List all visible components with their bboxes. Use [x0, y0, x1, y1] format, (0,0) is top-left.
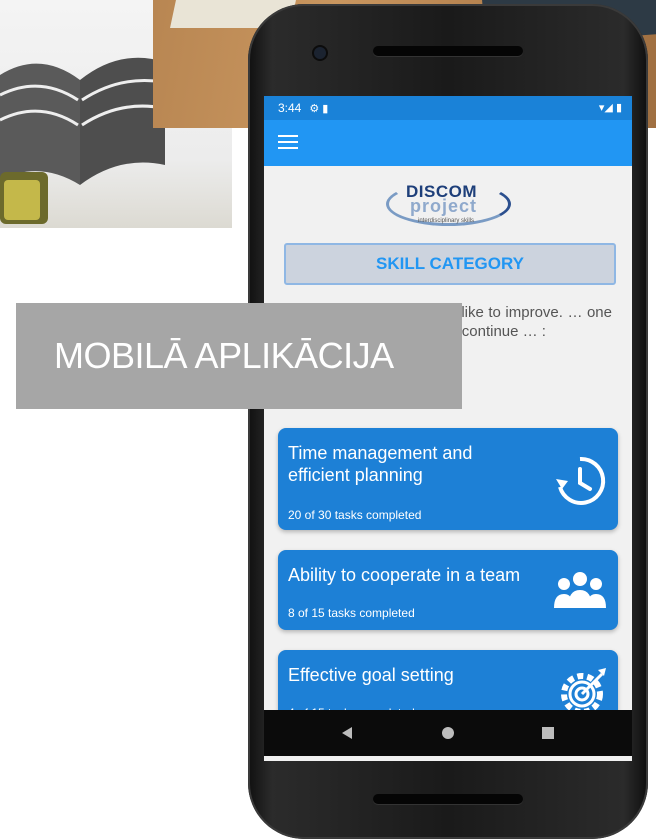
logo-line2: project — [410, 196, 478, 216]
app-bar — [264, 120, 632, 166]
category-title: Time management and efficient planning — [288, 443, 473, 485]
clock-refresh-icon — [556, 456, 606, 505]
category-progress: 20 of 30 tasks completed — [288, 508, 422, 522]
phone-mockup: 3:44 ⚙ ▮ ▾◢ ▮ DISCOM project interdiscip… — [248, 4, 648, 839]
status-time: 3:44 — [278, 101, 302, 115]
logo-tagline: interdisciplinary skills — [418, 218, 475, 224]
category-title: Effective goal setting — [288, 665, 454, 685]
status-bar: 3:44 ⚙ ▮ ▾◢ ▮ — [264, 96, 632, 120]
target-gear-icon — [561, 668, 606, 715]
top-speaker — [373, 46, 523, 56]
category-title: Ability to cooperate in a team — [288, 565, 521, 585]
category-card-time-management[interactable]: Time management and efficient planning 2… — [278, 428, 618, 530]
team-icon — [554, 572, 606, 608]
mobile-app-title-banner: MOBILĀ APLIKĀCIJA — [16, 303, 462, 409]
home-icon[interactable] — [442, 727, 454, 739]
phone-screen: 3:44 ⚙ ▮ ▾◢ ▮ DISCOM project interdiscip… — [264, 96, 632, 761]
settings-notification-icons: ⚙ ▮ — [309, 102, 329, 115]
recent-apps-icon[interactable] — [542, 727, 554, 739]
bottom-speaker — [373, 794, 523, 804]
front-camera — [314, 47, 326, 59]
android-nav-bar — [264, 710, 632, 756]
category-progress: 8 of 15 tasks completed — [288, 606, 415, 620]
signal-battery-icons: ▾◢ ▮ — [598, 102, 622, 114]
back-icon[interactable] — [342, 727, 352, 739]
discom-logo: DISCOM project interdisciplinary skills — [386, 178, 511, 232]
hamburger-menu-icon[interactable] — [278, 135, 298, 151]
skill-category-button[interactable]: SKILL CATEGORY — [284, 243, 616, 285]
category-card-teamwork[interactable]: Ability to cooperate in a team 8 of 15 t… — [278, 550, 618, 630]
